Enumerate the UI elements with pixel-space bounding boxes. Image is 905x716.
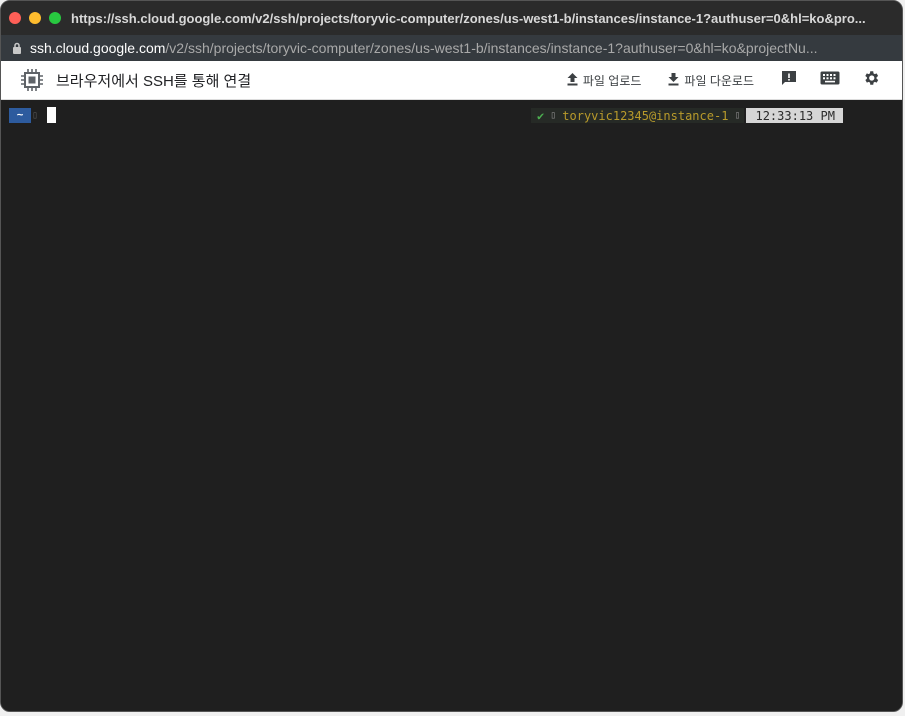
status-check-icon: ✔ [537,108,545,123]
prompt-separator-glyph: ▯ [32,110,39,121]
keyboard-icon [820,71,840,90]
url-path: /v2/ssh/projects/toryvic-computer/zones/… [165,40,818,56]
prompt-time: 12:33:13 PM [746,108,843,123]
window-controls [1,12,61,24]
app-title: 브라우저에서 SSH를 통해 연결 [56,72,252,90]
right-prompt-user-segment: ✔ ▯ toryvic12345@instance-1 ▯ [531,108,745,123]
terminal-cursor [47,107,56,123]
chip-icon [18,66,46,94]
download-file-label: 파일 다운로드 [684,73,754,88]
minimize-window-button[interactable] [29,12,41,24]
url-host: ssh.cloud.google.com [30,40,166,56]
prompt-directory: ~ [9,108,31,123]
user-host: toryvic12345@instance-1 [562,108,729,123]
feedback-button[interactable] [780,69,798,92]
upload-file-button[interactable]: 파일 업로드 [566,72,642,89]
browser-window: https://ssh.cloud.google.com/v2/ssh/proj… [0,0,903,712]
window-title: https://ssh.cloud.google.com/v2/ssh/proj… [71,10,866,26]
feedback-icon [780,69,798,92]
title-bar: https://ssh.cloud.google.com/v2/ssh/proj… [1,1,902,35]
settings-icon [862,69,880,92]
settings-button[interactable] [862,69,880,92]
terminal[interactable]: ~ ▯ ✔ ▯ toryvic12345@instance-1 ▯ 12:33:… [1,100,902,711]
app-toolbar: 브라우저에서 SSH를 통해 연결 파일 업로드 파일 다운로드 [1,61,902,100]
toolbar-actions: 파일 업로드 파일 다운로드 [566,61,902,99]
clock-glyph-icon: ▯ [734,110,741,121]
keyboard-button[interactable] [820,71,840,90]
upload-file-label: 파일 업로드 [582,73,642,88]
download-icon [667,72,680,89]
right-prompt: ✔ ▯ toryvic12345@instance-1 ▯ 12:33:13 P… [531,108,843,123]
user-glyph-icon: ▯ [550,110,557,121]
lock-icon [12,42,22,54]
close-window-button[interactable] [9,12,21,24]
upload-icon [566,72,579,89]
zoom-window-button[interactable] [49,12,61,24]
address-bar[interactable]: ssh.cloud.google.com /v2/ssh/projects/to… [1,35,902,61]
download-file-button[interactable]: 파일 다운로드 [667,72,754,89]
